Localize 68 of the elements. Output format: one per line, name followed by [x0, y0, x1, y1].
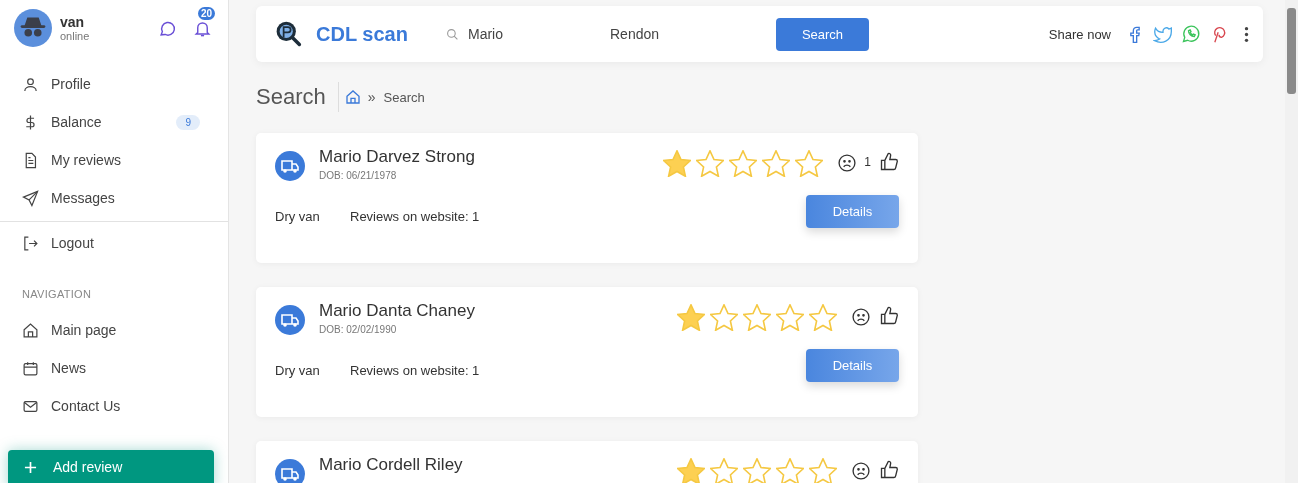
star-icon — [743, 304, 771, 331]
star-icon — [776, 304, 804, 331]
search-icon — [446, 27, 459, 41]
breadcrumb-separator: » — [367, 89, 376, 105]
star-icon — [729, 150, 758, 177]
date-of-birth: DOB: 02/02/1990 — [319, 324, 398, 335]
nav-item-icon — [22, 321, 39, 339]
star-icon — [743, 458, 771, 483]
plus-icon — [24, 461, 37, 474]
truck-icon — [275, 151, 305, 181]
last-name-field[interactable]: Rendon — [610, 26, 760, 42]
star-icon — [795, 150, 824, 177]
menu-item[interactable]: Balance 9 — [0, 103, 228, 141]
star-icon — [809, 304, 837, 331]
trailer-type: Dry van — [275, 362, 321, 378]
review-count: Reviews on website: 1 — [350, 208, 481, 224]
share-label: Share now — [1048, 26, 1111, 42]
logout-icon — [22, 234, 39, 252]
star-icon — [677, 458, 705, 483]
menu-item-icon — [22, 189, 39, 207]
avatar-icon — [14, 9, 52, 47]
driver-name: Mario Darvez Strong — [319, 147, 476, 167]
search-button[interactable]: Search — [776, 17, 869, 51]
truck-icon — [275, 305, 305, 335]
thumbs-up-icon[interactable] — [879, 152, 899, 172]
review-count: Reviews on website: 1 — [350, 362, 481, 378]
menu-item-icon — [22, 75, 39, 93]
star-icon — [710, 304, 738, 331]
logout-link[interactable]: Logout — [0, 224, 228, 262]
sad-face-icon[interactable] — [851, 461, 871, 481]
nav-item-icon — [22, 359, 39, 377]
nav-item[interactable]: News — [0, 349, 228, 387]
notification-count: 20 — [198, 6, 216, 20]
nav-item[interactable]: Main page — [0, 311, 228, 349]
brand-name: CDL scan — [316, 22, 409, 46]
page-title: Search — [256, 84, 326, 110]
section-heading: NAVIGATION — [21, 287, 93, 302]
star-icon — [677, 304, 705, 331]
menu-item[interactable]: Messages — [0, 179, 228, 217]
star-icon — [663, 150, 692, 177]
nav-item[interactable]: Contact Us — [0, 387, 228, 425]
sad-face-icon[interactable] — [851, 307, 871, 327]
star-icon — [776, 458, 804, 483]
user-name: van — [60, 14, 86, 30]
star-icon — [762, 150, 791, 177]
breadcrumb-item: Search — [383, 89, 425, 105]
menu-item[interactable]: Profile — [0, 65, 228, 103]
scrollbar-thumb[interactable] — [1287, 8, 1296, 94]
add-review-button[interactable]: Add review — [8, 450, 214, 483]
menu-item[interactable]: My reviews — [0, 141, 228, 179]
driver-name: Mario Danta Chaney — [319, 301, 476, 321]
logo-icon — [274, 20, 302, 48]
dislike-count: 1 — [864, 155, 871, 169]
thumbs-up-icon[interactable] — [879, 460, 899, 480]
sad-face-icon[interactable] — [837, 153, 858, 173]
count-badge: 9 — [176, 114, 200, 130]
twitter-icon[interactable] — [1153, 24, 1173, 44]
date-of-birth: DOB: 06/21/1978 — [319, 170, 398, 181]
home-icon[interactable] — [344, 89, 361, 105]
thumbs-up-icon[interactable] — [879, 306, 899, 326]
star-icon — [696, 150, 725, 177]
star-icon — [710, 458, 738, 483]
star-icon — [809, 458, 837, 483]
driver-name: Mario Cordell Riley — [319, 455, 464, 475]
scrollbar[interactable] — [1285, 0, 1298, 483]
trailer-type: Dry van — [275, 208, 321, 224]
more-options-icon[interactable] — [1244, 25, 1249, 43]
user-status: online — [60, 30, 91, 42]
